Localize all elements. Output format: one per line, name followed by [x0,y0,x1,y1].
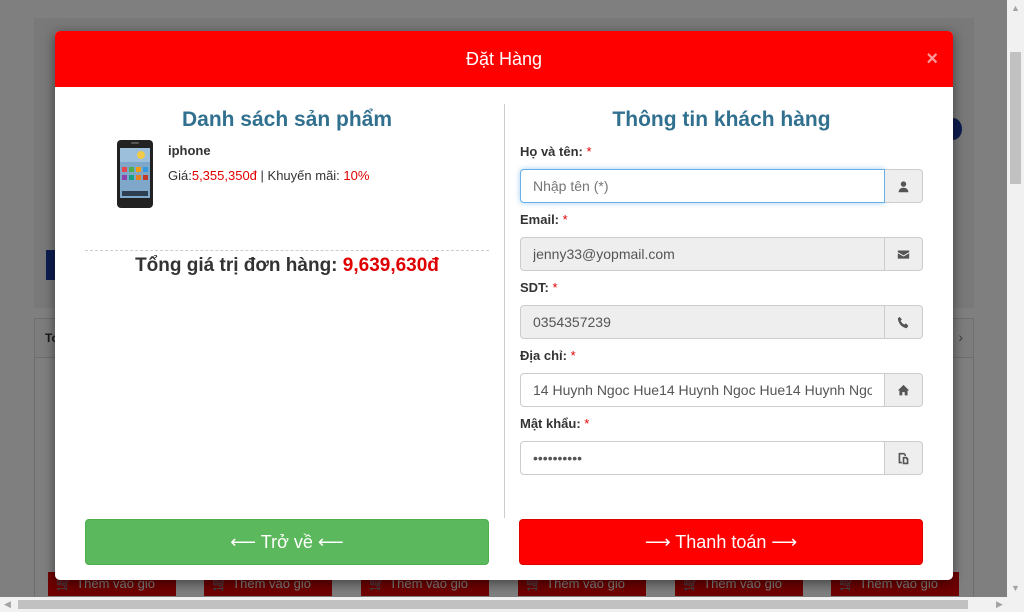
home-icon [885,373,923,407]
address-label: Địa chỉ: * [520,348,576,363]
product-price: 5,355,350đ [191,168,257,183]
back-button[interactable]: ⟵ Trở về ⟵ [85,519,489,565]
column-divider [504,104,505,518]
scrollbar-thumb[interactable] [18,600,968,609]
customer-info-title: Thông tin khách hàng [612,108,831,131]
order-modal: Đặt Hàng × Danh sách sản phẩm iphone Giá… [55,31,953,580]
scroll-left-icon[interactable]: ◀ [0,597,15,612]
horizontal-scrollbar[interactable]: ◀ ▶ [0,597,1024,612]
scroll-down-icon[interactable]: ▼ [1007,580,1024,597]
address-field[interactable] [520,373,885,407]
list-item: iphone Giá:5,355,350đ | Khuyến mãi: 10% [85,135,489,251]
name-label: Họ và tên: * [520,144,592,159]
product-price-line: Giá:5,355,350đ | Khuyến mãi: 10% [168,168,370,183]
scroll-up-icon[interactable]: ▲ [1007,0,1024,17]
name-field-group: Họ và tên: * [520,143,923,203]
customer-info-section: Thông tin khách hàng Họ và tên: * Email:… [520,105,923,475]
modal-title: Đặt Hàng [465,49,543,69]
scrollbar-thumb[interactable] [1010,52,1021,184]
email-field-group: Email: * [520,211,923,271]
product-discount: 10% [343,168,370,183]
product-list-section: Danh sách sản phẩm iphone Giá:5,355,350đ… [85,105,489,277]
email-field[interactable] [520,237,885,271]
vertical-scrollbar[interactable]: ▲ ▼ [1007,0,1024,597]
address-field-group: Địa chỉ: * [520,347,923,407]
order-total-value: 9,639,630đ [342,255,439,276]
phone-label: SDT: * [520,280,558,295]
order-total: Tổng giá trị đơn hàng: 9,639,630đ [85,255,489,277]
checkout-button[interactable]: ⟶ Thanh toán ⟶ [519,519,923,565]
close-icon[interactable]: × [926,31,938,87]
email-label: Email: * [520,212,568,227]
user-icon [885,169,923,203]
product-name: iphone [168,143,211,158]
modal-header: Đặt Hàng × [55,31,953,87]
password-label: Mật khẩu: * [520,416,590,431]
password-field[interactable] [520,441,885,475]
phone-field-group: SDT: * [520,279,923,339]
envelope-icon [885,237,923,271]
password-field-group: Mật khẩu: * [520,415,923,475]
name-input[interactable] [520,169,885,203]
copy-icon[interactable] [885,441,923,475]
product-phone-image [117,140,153,208]
phone-field[interactable] [520,305,885,339]
order-total-label: Tổng giá trị đơn hàng: [135,255,343,276]
phone-icon [885,305,923,339]
scroll-right-icon[interactable]: ▶ [992,597,1007,612]
product-list-title: Danh sách sản phẩm [181,108,393,131]
